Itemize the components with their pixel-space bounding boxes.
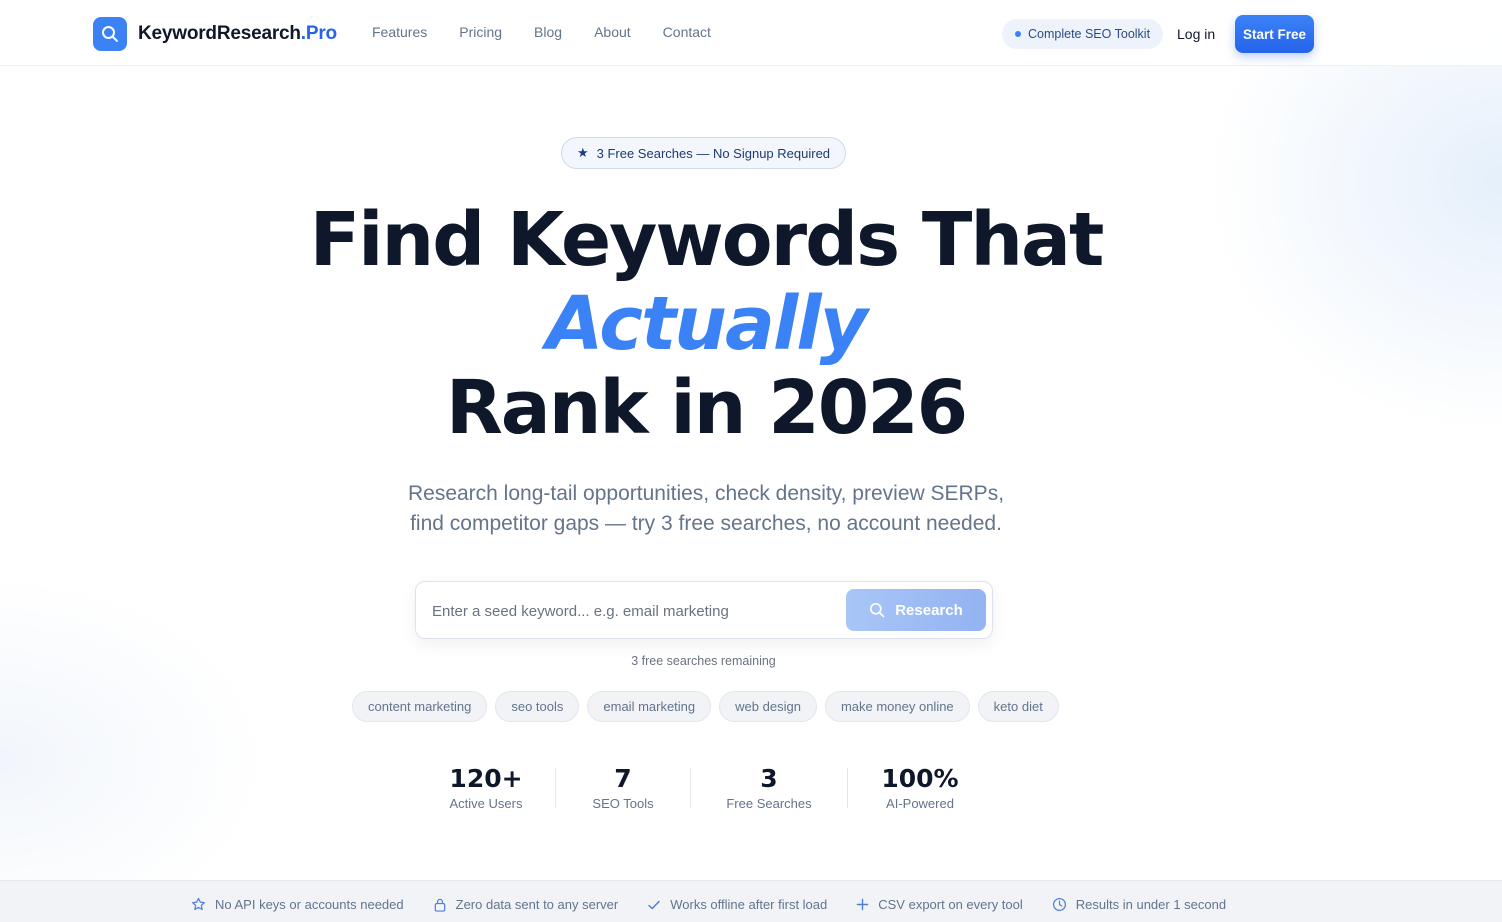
stat-ai-powered: 100% AI-Powered <box>848 764 992 814</box>
stats-row: 120+ Active Users 7 SEO Tools 3 Free Sea… <box>417 764 992 814</box>
toolkit-badge-label: Complete SEO Toolkit <box>1028 27 1151 41</box>
brand[interactable]: KeywordResearch.Pro <box>93 17 337 51</box>
suggestion-chip[interactable]: make money online <box>824 691 970 722</box>
star-icon: ★ <box>576 145 589 160</box>
nav-link-features[interactable]: Features <box>372 24 427 40</box>
suggestion-chip[interactable]: seo tools <box>495 691 580 722</box>
search-icon <box>93 17 127 51</box>
keyword-search-form: Research <box>415 581 993 639</box>
hero-headline: Find Keywords That Actually Rank in 2026 <box>0 198 1412 450</box>
trust-item: No API keys or accounts needed <box>191 897 404 912</box>
subhead-line-2: find competitor gaps — try 3 free search… <box>410 512 1002 535</box>
search-icon <box>870 602 885 618</box>
stat-label: SEO Tools <box>592 796 654 811</box>
seed-keyword-input[interactable] <box>432 596 842 626</box>
stat-label: AI-Powered <box>886 796 954 811</box>
nav-link-contact[interactable]: Contact <box>663 24 711 40</box>
start-free-button[interactable]: Start Free <box>1235 15 1314 53</box>
toolkit-badge: Complete SEO Toolkit <box>1002 19 1164 49</box>
research-button-label: Research <box>895 601 963 619</box>
stat-value: 100% <box>881 764 959 793</box>
headline-accent: Actually <box>546 281 868 367</box>
nav-link-pricing[interactable]: Pricing <box>459 24 502 40</box>
star-icon <box>192 897 205 911</box>
subhead-line-1: Research long-tail opportunities, check … <box>407 482 1005 505</box>
stat-label: Free Searches <box>726 796 812 811</box>
stat-seo-tools: 7 SEO Tools <box>556 764 690 814</box>
nav-link-blog[interactable]: Blog <box>534 24 562 40</box>
plus-icon <box>856 898 869 911</box>
trust-item: Zero data sent to any server <box>433 897 619 912</box>
suggestion-chips: content marketing seo tools email market… <box>352 691 1059 722</box>
login-link[interactable]: Log in <box>1177 26 1215 42</box>
trust-item: Results in under 1 second <box>1052 897 1226 912</box>
nav-link-about[interactable]: About <box>594 24 631 40</box>
brand-name-main: KeywordResearch <box>138 23 301 44</box>
suggestion-chip[interactable]: keto diet <box>977 691 1059 722</box>
brand-name-suffix: .Pro <box>300 23 337 44</box>
trust-item-label: CSV export on every tool <box>878 897 1023 912</box>
clock-icon <box>1052 897 1066 912</box>
trust-item-label: No API keys or accounts needed <box>215 897 404 912</box>
trust-item-label: Zero data sent to any server <box>455 897 619 912</box>
stat-value: 7 <box>614 764 632 793</box>
research-button[interactable]: Research <box>846 589 986 631</box>
top-nav: KeywordResearch.Pro Features Pricing Blo… <box>0 0 1502 66</box>
trust-item-label: Results in under 1 second <box>1075 897 1227 912</box>
badge-label: 3 Free Searches — No Signup Required <box>596 145 831 161</box>
dot-icon <box>1015 31 1021 37</box>
trust-item: CSV export on every tool <box>856 897 1023 912</box>
searches-remaining: 3 free searches remaining <box>631 654 776 668</box>
nav-links: Features Pricing Blog About Contact <box>372 24 743 40</box>
check-icon <box>648 900 660 909</box>
suggestion-chip[interactable]: web design <box>719 691 817 722</box>
stat-free-searches: 3 Free Searches <box>691 764 847 814</box>
trust-item: Works offline after first load <box>647 897 827 912</box>
lock-icon <box>434 898 445 912</box>
trust-items: No API keys or accounts needed Zero data… <box>191 897 1255 912</box>
stat-value: 3 <box>760 764 778 793</box>
suggestion-chip[interactable]: email marketing <box>587 691 712 722</box>
stat-active-users: 120+ Active Users <box>417 764 555 814</box>
stat-label: Active Users <box>449 796 523 811</box>
headline-line-3: Rank in 2026 <box>445 365 968 451</box>
free-searches-badge: ★ 3 Free Searches — No Signup Required <box>561 137 846 169</box>
headline-line-1: Find Keywords That <box>309 197 1105 283</box>
stat-value: 120+ <box>449 764 523 793</box>
suggestion-chip[interactable]: content marketing <box>352 691 488 722</box>
hero-subhead: Research long-tail opportunities, check … <box>0 479 1412 539</box>
brand-name: KeywordResearch.Pro <box>138 23 337 45</box>
trust-bar: No API keys or accounts needed Zero data… <box>0 880 1502 922</box>
trust-item-label: Works offline after first load <box>670 897 828 912</box>
